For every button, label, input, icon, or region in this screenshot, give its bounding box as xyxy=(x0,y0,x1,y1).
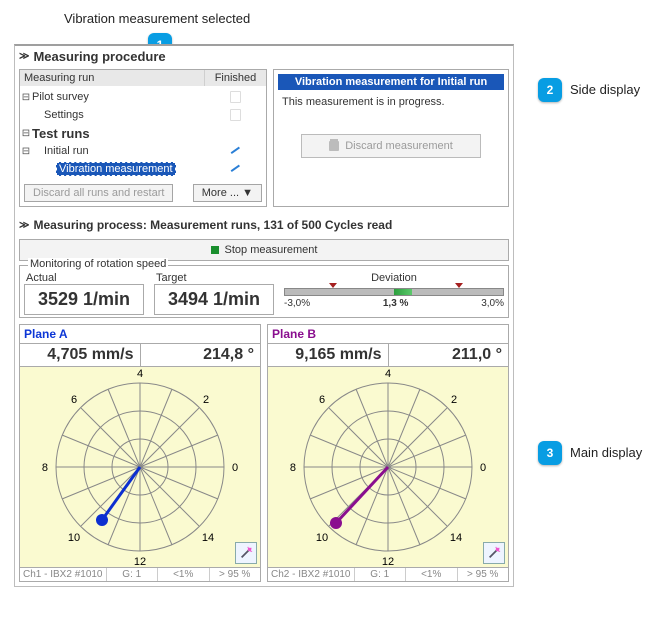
edit-icon xyxy=(228,144,242,158)
target-label: Target xyxy=(154,272,274,284)
plane-a-panel: Plane A 4,705 mm/s 214,8 ° xyxy=(19,324,261,582)
svg-text:4: 4 xyxy=(137,368,143,380)
plane-b-foot-g: G: 1 xyxy=(355,568,407,581)
svg-text:10: 10 xyxy=(316,532,328,544)
actual-label: Actual xyxy=(24,272,144,284)
page-icon xyxy=(230,109,241,121)
plane-a-amplitude: 4,705 mm/s xyxy=(20,343,141,366)
callout-badge-3: 3 xyxy=(538,441,562,465)
callout-badge-2: 2 xyxy=(538,78,562,102)
side-panel: Vibration measurement for Initial run Th… xyxy=(273,69,509,207)
chevron-down-icon: ≫ xyxy=(19,220,29,231)
svg-text:8: 8 xyxy=(290,462,296,474)
more-button[interactable]: More ... ▼ xyxy=(193,184,262,202)
svg-text:8: 8 xyxy=(42,462,48,474)
plane-b-chart: 4 2 0 14 12 10 8 6 xyxy=(268,367,508,567)
svg-text:12: 12 xyxy=(134,556,146,567)
svg-text:12: 12 xyxy=(382,556,394,567)
svg-text:0: 0 xyxy=(232,462,238,474)
collapse-icon[interactable]: ⊟ xyxy=(20,128,32,139)
svg-text:14: 14 xyxy=(202,532,214,544)
svg-text:2: 2 xyxy=(203,394,209,406)
plane-a-phase: 214,8 ° xyxy=(141,343,261,366)
procedure-table: Measuring run Finished ⊟Pilot survey Set… xyxy=(19,69,267,207)
collapse-icon[interactable]: ⊟ xyxy=(20,146,32,157)
callout-top-label: Vibration measurement selected xyxy=(64,11,250,26)
plane-b-panel: Plane B 9,165 mm/s 211,0 ° xyxy=(267,324,509,582)
svg-text:0: 0 xyxy=(480,462,486,474)
tree-row-initial-run[interactable]: ⊟Initial run xyxy=(20,142,266,160)
plane-b-title: Plane B xyxy=(268,325,508,343)
callout-main-label: Main display xyxy=(570,445,642,460)
svg-text:6: 6 xyxy=(319,394,325,406)
svg-text:4: 4 xyxy=(385,368,391,380)
magic-wand-button[interactable] xyxy=(235,542,257,564)
trash-icon xyxy=(329,141,339,151)
plane-b-amplitude: 9,165 mm/s xyxy=(268,343,389,366)
plane-b-foot-gt: > 95 % xyxy=(458,568,509,581)
side-title: Vibration measurement for Initial run xyxy=(278,74,504,90)
plane-b-foot-lt: <1% xyxy=(406,568,458,581)
plane-a-title: Plane A xyxy=(20,325,260,343)
edit-icon xyxy=(228,162,242,176)
collapse-icon[interactable]: ⊟ xyxy=(20,92,32,103)
callout-side-label: Side display xyxy=(570,82,640,97)
plane-a-chart: 4 2 0 14 12 10 8 6 xyxy=(20,367,260,567)
svg-text:2: 2 xyxy=(451,394,457,406)
target-value: 3494 1/min xyxy=(154,284,274,315)
magic-wand-button[interactable] xyxy=(483,542,505,564)
discard-all-button: Discard all runs and restart xyxy=(24,184,173,202)
measuring-procedure-header[interactable]: ≫ Measuring procedure xyxy=(15,46,513,67)
chevron-down-icon: ≫ xyxy=(19,51,29,62)
plane-b-phase: 211,0 ° xyxy=(389,343,509,366)
tree-row-vibration[interactable]: Vibration measurement xyxy=(20,160,266,178)
actual-value: 3529 1/min xyxy=(24,284,144,315)
tree-row-testruns[interactable]: ⊟Test runs xyxy=(20,124,266,142)
page-icon xyxy=(230,91,241,103)
col-finished: Finished xyxy=(204,70,266,86)
side-text: This measurement is in progress. xyxy=(278,90,504,114)
discard-measurement-button: Discard measurement xyxy=(301,134,481,158)
monitor-panel: Monitoring of rotation speed Actual 3529… xyxy=(19,265,509,318)
svg-text:6: 6 xyxy=(71,394,77,406)
svg-text:10: 10 xyxy=(68,532,80,544)
plane-b-foot-ch: Ch2 - IBX2 #1010 xyxy=(268,568,355,581)
tree-row-pilot[interactable]: ⊟Pilot survey xyxy=(20,88,266,106)
plane-a-foot-g: G: 1 xyxy=(107,568,159,581)
measuring-process-header[interactable]: ≫ Measuring process: Measurement runs, 1… xyxy=(15,215,513,235)
app-window: ≫ Measuring procedure Measuring run Fini… xyxy=(14,44,514,587)
stop-icon xyxy=(211,246,219,254)
plane-a-foot-lt: <1% xyxy=(158,568,210,581)
plane-a-foot-gt: > 95 % xyxy=(210,568,261,581)
svg-text:14: 14 xyxy=(450,532,462,544)
deviation-label: Deviation xyxy=(284,272,504,284)
col-run: Measuring run xyxy=(20,70,204,86)
plane-a-foot-ch: Ch1 - IBX2 #1010 xyxy=(20,568,107,581)
tree-row-settings[interactable]: Settings xyxy=(20,106,266,124)
deviation-bar xyxy=(284,288,504,296)
